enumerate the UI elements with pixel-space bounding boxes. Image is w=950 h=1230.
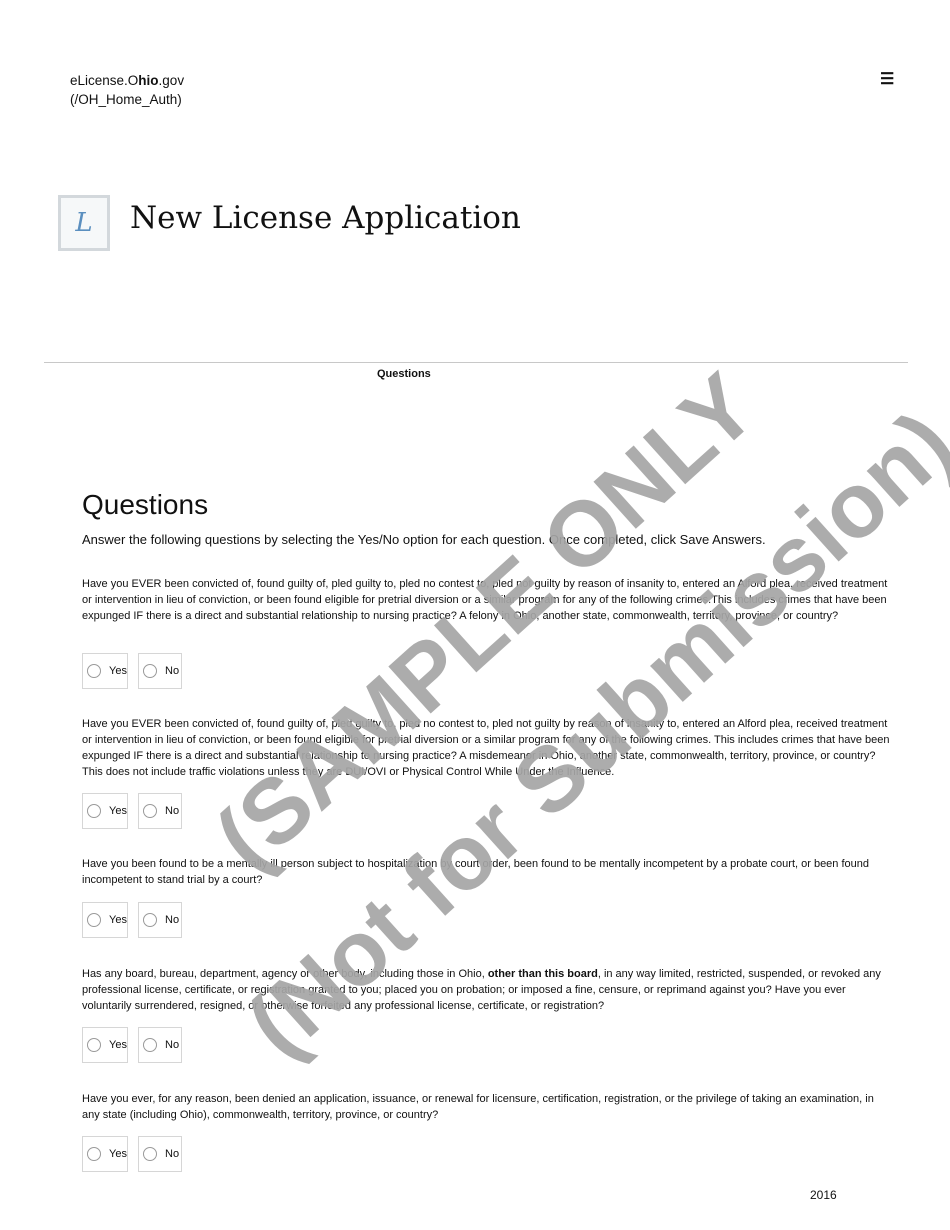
answer-group-3: Yes No [82, 902, 182, 938]
radio-icon[interactable] [87, 804, 101, 818]
radio-icon[interactable] [87, 1147, 101, 1161]
yes-radio-option[interactable]: Yes [82, 1027, 128, 1063]
question-text: Have you EVER been convicted of, found g… [82, 578, 888, 622]
radio-icon[interactable] [143, 913, 157, 927]
yes-radio-option[interactable]: Yes [82, 1136, 128, 1172]
answer-group-2: Yes No [82, 793, 182, 829]
brand-name: eLicense.Ohio.gov [70, 73, 185, 88]
section-title: Questions [82, 489, 209, 520]
radio-icon[interactable] [143, 1038, 157, 1052]
question-text: Have you been found to be a mentally ill… [82, 858, 869, 886]
question-text: Have you ever, for any reason, been deni… [82, 1093, 874, 1121]
step-divider [44, 362, 908, 363]
no-radio-option[interactable]: No [138, 653, 182, 689]
radio-icon[interactable] [87, 913, 101, 927]
yes-radio-option[interactable]: Yes [82, 793, 128, 829]
no-radio-option[interactable]: No [138, 1027, 182, 1063]
yes-radio-option[interactable]: Yes [82, 902, 128, 938]
page-title: New License Application [130, 200, 521, 236]
question-text: Has any board, bureau, department, agenc… [82, 968, 881, 1012]
radio-icon[interactable] [87, 664, 101, 678]
no-radio-option[interactable]: No [138, 793, 182, 829]
radio-icon[interactable] [87, 1038, 101, 1052]
radio-icon[interactable] [143, 664, 157, 678]
no-radio-option[interactable]: No [138, 902, 182, 938]
answer-group-5: Yes No [82, 1136, 182, 1172]
hamburger-menu-icon[interactable]: ☰ [880, 69, 894, 89]
site-brand[interactable]: eLicense.Ohio.gov (/OH_Home_Auth) [70, 71, 184, 109]
answer-group-1: Yes No [82, 653, 182, 689]
section-instructions: Answer the following questions by select… [82, 532, 766, 547]
question-text: Have you EVER been convicted of, found g… [82, 718, 890, 778]
brand-path: (/OH_Home_Auth) [70, 92, 182, 107]
footer-year: 2016 [810, 1188, 837, 1202]
license-seal-icon: L [58, 195, 110, 251]
no-radio-option[interactable]: No [138, 1136, 182, 1172]
step-label-questions: Questions [377, 368, 431, 380]
radio-icon[interactable] [143, 1147, 157, 1161]
answer-group-4: Yes No [82, 1027, 182, 1063]
yes-radio-option[interactable]: Yes [82, 653, 128, 689]
radio-icon[interactable] [143, 804, 157, 818]
